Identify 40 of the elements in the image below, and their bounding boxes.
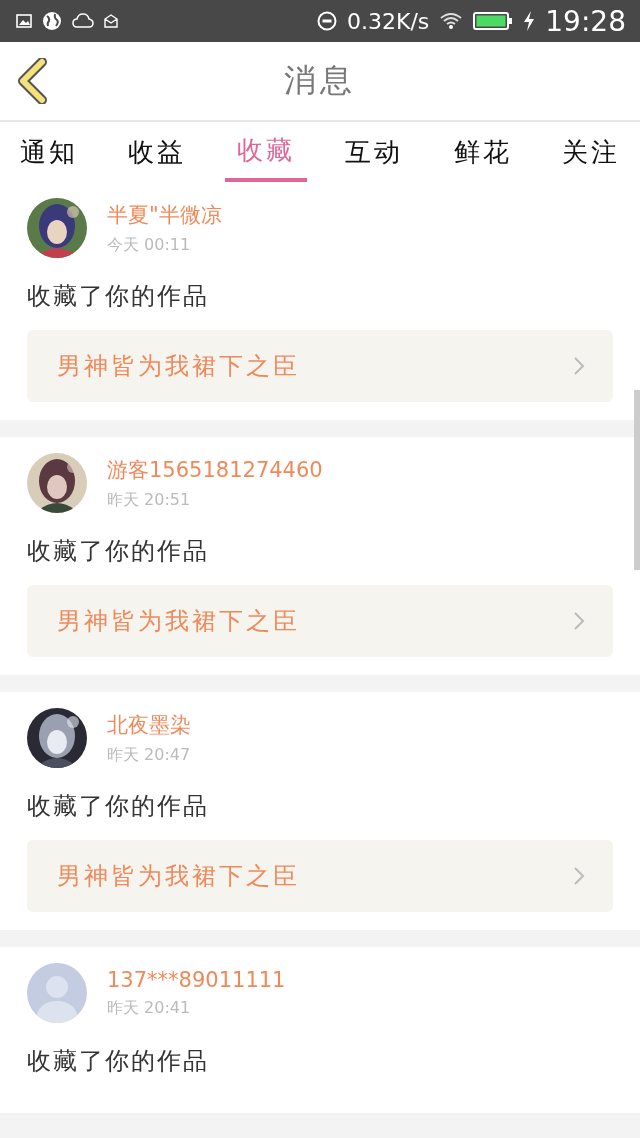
user-name[interactable]: 北夜墨染 xyxy=(107,710,191,739)
do-not-disturb-icon xyxy=(317,11,337,31)
timestamp: 昨天 20:47 xyxy=(107,744,191,766)
default-avatar-icon xyxy=(27,963,87,1023)
clock: 19:28 xyxy=(545,4,626,38)
page-title: 消息 xyxy=(284,60,356,101)
back-button[interactable] xyxy=(16,58,50,107)
message-text: 收藏了你的作品 xyxy=(27,281,210,312)
user-name[interactable]: 137***89011111 xyxy=(107,967,286,992)
work-link[interactable]: 男神皆为我裙下之臣 xyxy=(27,585,613,657)
mail-icon xyxy=(104,14,118,28)
work-link[interactable]: 男神皆为我裙下之臣 xyxy=(27,330,613,402)
tab[interactable]: 互动 xyxy=(333,122,416,182)
timestamp: 昨天 20:41 xyxy=(107,997,192,1019)
user-name[interactable]: 游客1565181274460 xyxy=(107,455,323,484)
cloud-icon xyxy=(72,13,94,29)
tab[interactable]: 通知 xyxy=(8,122,90,182)
image-icon xyxy=(16,14,32,28)
charging-icon xyxy=(523,11,536,31)
work-title: 男神皆为我裙下之臣 xyxy=(57,351,300,382)
work-title: 男神皆为我裙下之臣 xyxy=(57,606,300,637)
work-link[interactable]: 男神皆为我裙下之臣 xyxy=(27,840,613,912)
globe-icon xyxy=(42,11,62,31)
message-text: 收藏了你的作品 xyxy=(27,791,210,822)
message-text: 收藏了你的作品 xyxy=(27,536,210,567)
wifi-icon xyxy=(439,12,464,30)
network-speed: 0.32K/s xyxy=(347,8,430,34)
tab[interactable]: 鲜花 xyxy=(441,122,524,182)
work-title: 男神皆为我裙下之臣 xyxy=(57,861,300,892)
tab[interactable]: 收益 xyxy=(116,122,199,182)
chevron-right-icon xyxy=(573,356,585,376)
scrollbar[interactable] xyxy=(634,390,640,570)
tab[interactable]: 关注 xyxy=(549,122,632,182)
message-text: 收藏了你的作品 xyxy=(27,1046,210,1077)
user-name[interactable]: 半夏"半微凉 xyxy=(107,200,222,229)
timestamp: 今天 00:11 xyxy=(107,234,192,256)
chevron-right-icon xyxy=(573,611,585,631)
timestamp: 昨天 20:51 xyxy=(107,489,192,511)
chevron-right-icon xyxy=(573,866,585,886)
battery-icon xyxy=(473,12,514,30)
